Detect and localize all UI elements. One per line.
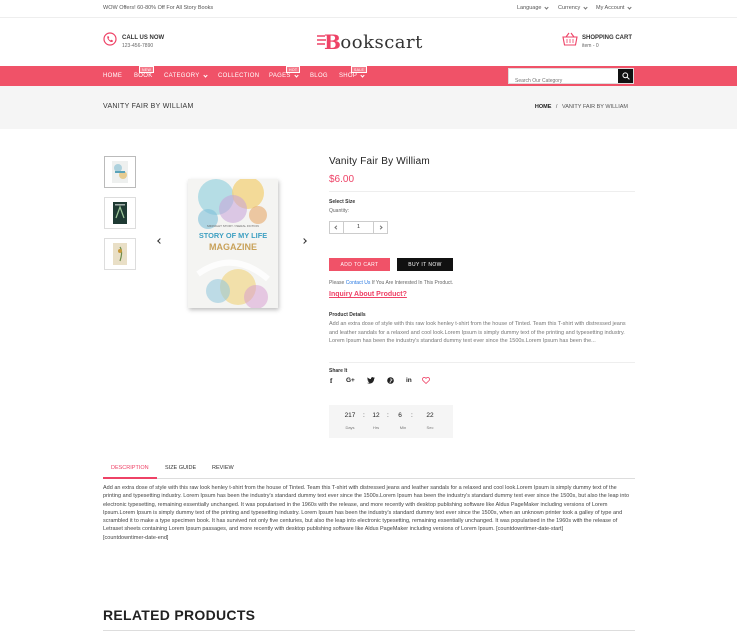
countdown-timer: 217 : 12 : 6 : 22 Days Hrs Min Sec	[329, 405, 453, 438]
breadcrumb: HOME / VANITY FAIR BY WILLIAM	[534, 104, 628, 110]
chevron-right-icon	[378, 225, 383, 230]
product-thumbnail[interactable]	[104, 238, 136, 270]
divider	[0, 17, 737, 18]
add-to-cart-button[interactable]: ADD TO CART	[329, 258, 390, 271]
quantity-value[interactable]: 1	[344, 222, 373, 233]
product-thumbnail[interactable]	[104, 156, 136, 188]
quantity-stepper: 1	[329, 221, 388, 234]
cover-title: STORY OF MY LIFE	[199, 231, 267, 240]
phone-icon	[103, 32, 117, 51]
search-icon	[621, 72, 630, 80]
cart-title: SHOPPING CART	[582, 34, 633, 41]
nav-item-blog[interactable]: BLOG	[310, 73, 328, 79]
countdown-seconds: 22	[426, 412, 434, 419]
quantity-label: Quantity:	[329, 208, 350, 214]
shopping-cart[interactable]: SHOPPING CART item - 0	[562, 32, 632, 51]
new-badge: NEW	[139, 66, 155, 73]
nav-item-collection[interactable]: COLLECTION	[218, 73, 259, 79]
facebook-icon[interactable]: f	[330, 377, 332, 385]
divider	[329, 362, 635, 363]
google-plus-icon[interactable]: G+	[346, 377, 355, 384]
chevron-down-icon	[360, 72, 365, 78]
description-end-text: [countdowntimer-date-end]	[103, 534, 169, 541]
call-title: CALL US NOW	[122, 34, 165, 41]
contact-note: Please Contact Us If You Are Interested …	[329, 280, 454, 286]
twitter-icon[interactable]	[367, 377, 375, 386]
product-title: Vanity Fair By William	[329, 156, 430, 167]
offer-text: WOW Offers! 60-80% Off For All Story Boo…	[103, 5, 214, 11]
nav-item-category[interactable]: CATEGORY	[164, 72, 208, 79]
product-price: $6.00	[329, 174, 355, 185]
tab-content: Add an extra dose of style with this raw…	[103, 484, 635, 542]
select-size-label: Select Size	[329, 199, 356, 205]
breadcrumb-current: VANITY FAIR BY WILLIAM	[561, 104, 628, 110]
chevron-down-icon	[583, 4, 588, 10]
pinterest-icon[interactable]	[387, 377, 394, 386]
divider	[103, 630, 635, 631]
share-label: Share It	[329, 368, 348, 374]
product-details-text: Add an extra dose of style with this raw…	[329, 321, 626, 344]
description-text: Add an extra dose of style with this raw…	[103, 485, 630, 533]
buy-now-button[interactable]: BUY IT NOW	[397, 258, 453, 271]
decrease-button[interactable]	[330, 222, 344, 233]
cart-count: item - 0	[582, 42, 599, 49]
countdown-minutes: 6	[398, 412, 402, 419]
page-title: VANITY FAIR BY WILLIAM	[103, 103, 194, 110]
seconds-label: Sec	[426, 425, 434, 430]
contact-us-link[interactable]: Contact Us	[346, 280, 371, 286]
nav-item-pages[interactable]: HOT PAGES	[269, 66, 301, 79]
chevron-down-icon	[544, 4, 550, 10]
hours-label: Hrs	[372, 425, 380, 430]
minutes-label: Min	[399, 425, 407, 430]
language-dropdown[interactable]: Language	[517, 4, 550, 11]
product-main-image[interactable]: MIDNIGHT STORY / ISERAL FICTION STORY OF…	[188, 179, 278, 308]
product-thumbnail[interactable]	[104, 197, 136, 229]
search-button[interactable]	[618, 69, 633, 83]
chevron-down-icon	[627, 4, 633, 10]
divider	[329, 191, 635, 192]
tab-size-guide[interactable]: SIZE GUIDE	[165, 465, 196, 471]
divider	[103, 478, 635, 479]
chevron-down-icon	[202, 72, 208, 78]
chevron-down-icon	[294, 72, 299, 78]
breadcrumb-home[interactable]: HOME	[535, 104, 552, 110]
logo-initial: B	[317, 30, 341, 54]
tab-description[interactable]: DESCRIPTION	[111, 465, 149, 471]
next-image-arrow[interactable]	[301, 238, 307, 244]
related-products-title: RELATED PRODUCTS	[103, 607, 256, 623]
days-label: Days	[345, 425, 355, 430]
increase-button[interactable]	[373, 222, 387, 233]
basket-icon	[562, 32, 578, 51]
call-us-block[interactable]: CALL US NOW 123-456-7890	[103, 32, 164, 51]
linkedin-icon[interactable]: in	[406, 377, 412, 384]
previous-image-arrow[interactable]	[157, 238, 163, 244]
heart-icon[interactable]	[422, 377, 430, 386]
breadcrumb-band: VANITY FAIR BY WILLIAM HOME / VANITY FAI…	[0, 86, 737, 129]
account-dropdown[interactable]: My Account	[596, 4, 633, 11]
tab-review[interactable]: REVIEW	[212, 465, 234, 471]
site-logo[interactable]: B ookscart	[317, 30, 423, 54]
search-box	[508, 68, 634, 88]
nav-item-book[interactable]: NEW BOOK	[134, 66, 155, 79]
hot-badge: HOT	[286, 66, 301, 73]
cover-subtitle: MAGAZINE	[209, 242, 257, 252]
nav-item-shop[interactable]: SALE SHOP	[339, 66, 368, 79]
cover-small-text: MIDNIGHT STORY / ISERAL FICTION	[207, 224, 259, 228]
active-tab-indicator	[103, 477, 157, 479]
top-bar: WOW Offers! 60-80% Off For All Story Boo…	[0, 0, 737, 17]
logo-text: ookscart	[340, 31, 423, 53]
currency-dropdown[interactable]: Currency	[558, 4, 588, 11]
sale-badge: SALE	[351, 66, 368, 73]
product-details-label: Product Details	[329, 312, 366, 318]
nav-item-home[interactable]: HOME	[103, 73, 122, 79]
call-number: 123-456-7890	[122, 42, 154, 49]
chevron-left-icon	[334, 225, 339, 230]
countdown-hours: 12	[372, 412, 380, 419]
inquiry-link[interactable]: Inquiry About Product?	[329, 291, 407, 298]
countdown-days: 217	[344, 412, 356, 419]
